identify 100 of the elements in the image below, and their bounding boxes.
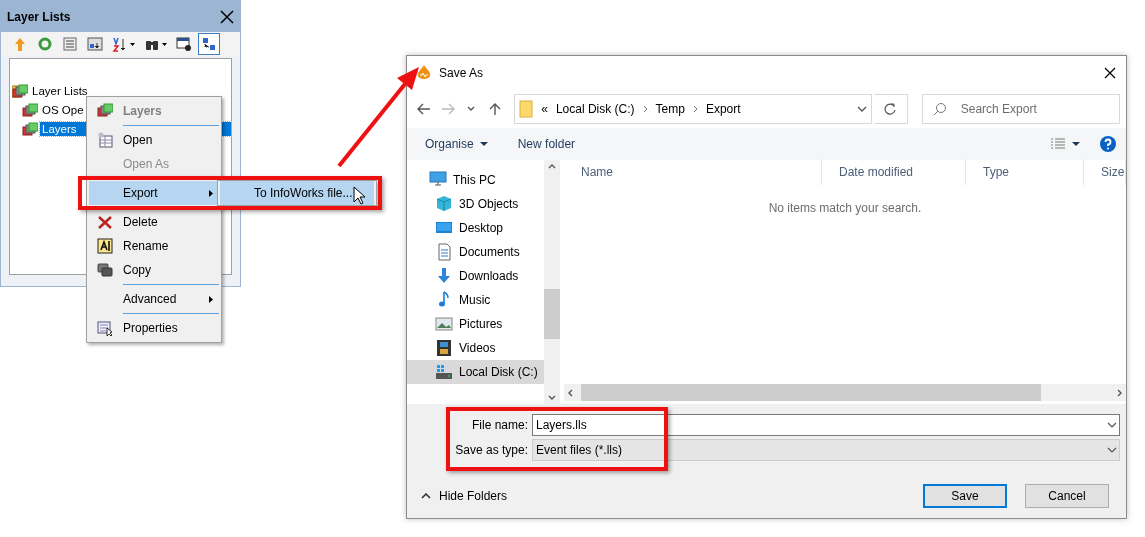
file-name-box[interactable]: Layers.lls [532, 414, 1120, 436]
film-icon [435, 339, 453, 357]
vertical-scrollbar[interactable] [544, 160, 560, 404]
dropdown-chevron-icon [1105, 447, 1119, 453]
hide-folders-button[interactable]: Hide Folders [421, 489, 508, 503]
computer-icon [429, 171, 447, 189]
help-icon[interactable] [1100, 136, 1116, 152]
flame-icon [417, 65, 431, 81]
column-header[interactable]: Date modified [822, 159, 966, 185]
scroll-right-icon[interactable] [1117, 388, 1122, 397]
field-label: File name: [470, 418, 529, 432]
back-arrow-icon[interactable] [416, 103, 431, 115]
nav-item[interactable]: 3D Objects [407, 192, 544, 216]
submenu-arrow-icon [209, 295, 213, 303]
empty-message: No items match your search. [767, 201, 923, 217]
dropdown-chevron-icon[interactable] [857, 106, 867, 112]
breadcrumb[interactable]: Temp [655, 102, 685, 116]
scrollbar-thumb[interactable] [581, 384, 1041, 401]
layers-icon [97, 103, 113, 119]
file-name-field[interactable]: Layers.lls [533, 417, 1105, 433]
tree-icon [201, 36, 217, 52]
nav-item[interactable]: Local Disk (C:) [407, 360, 544, 384]
new-folder-button[interactable]: New folder [517, 137, 576, 151]
caret-icon [479, 142, 488, 146]
scroll-left-icon[interactable] [568, 388, 573, 397]
refresh-icon [884, 103, 897, 115]
folder-layers-icon [12, 83, 28, 98]
cancel-button[interactable]: Cancel [1025, 484, 1109, 508]
chevron-icon [692, 105, 698, 113]
chevron-icon [642, 105, 648, 113]
layers-icon [22, 121, 38, 136]
nav-item[interactable]: This PC [407, 168, 544, 192]
address-bar[interactable]: « Local Disk (C:) Temp Export [514, 94, 872, 124]
close-icon[interactable] [1104, 67, 1116, 79]
nav-item[interactable]: Downloads [407, 264, 544, 288]
column-header[interactable]: Size [1084, 159, 1126, 185]
dropdown-chevron-icon [1105, 422, 1119, 428]
refresh-icon [37, 36, 53, 52]
menu-item[interactable]: Delete [89, 210, 219, 234]
caret-icon [1072, 142, 1080, 146]
cube-icon [435, 195, 453, 213]
column-header[interactable]: Type [966, 159, 1084, 185]
dropdown-caret-icon [162, 42, 167, 46]
nav-item[interactable]: Music [407, 288, 544, 312]
nav-item[interactable]: Pictures [407, 312, 544, 336]
nav-item[interactable]: Documents [407, 240, 544, 264]
search-box[interactable]: Search Export [921, 94, 1120, 124]
menu-item[interactable]: Open [89, 128, 219, 152]
window-icon [176, 36, 192, 52]
tree-item[interactable]: OS Ope [40, 102, 86, 117]
scroll-down-icon[interactable] [548, 395, 556, 400]
nav-item[interactable]: Videos [407, 336, 544, 360]
menu-item[interactable]: Copy [89, 258, 219, 282]
folder-icon [519, 100, 534, 118]
file-type-dropdown[interactable]: Event files (*.lls) [532, 439, 1120, 461]
close-icon[interactable] [220, 9, 234, 24]
breadcrumb[interactable]: Export [705, 102, 741, 116]
search-field[interactable]: Search Export [958, 101, 1113, 117]
up-arrow-icon[interactable] [488, 103, 503, 115]
drive-icon [435, 363, 453, 381]
table-icon [87, 36, 103, 52]
delete-x-icon [97, 214, 113, 230]
horizontal-scrollbar[interactable] [564, 384, 1126, 401]
list-icon [62, 36, 78, 52]
nav-item[interactable]: Desktop [407, 216, 544, 240]
breadcrumb[interactable]: Local Disk (C:) [555, 102, 635, 116]
menu-item[interactable]: Export [89, 181, 219, 205]
properties-icon [97, 320, 113, 336]
download-arrow-icon [435, 267, 453, 285]
caret-up-icon [421, 493, 431, 499]
up-arrow-icon [12, 36, 28, 52]
dialog-title: Save As [439, 66, 485, 80]
menu-item[interactable]: Properties [89, 316, 219, 340]
menu-item[interactable]: Rename [89, 234, 219, 258]
menu-header: Layers [89, 99, 219, 123]
menu-item[interactable]: Advanced [89, 287, 219, 311]
menu-item[interactable]: To InfoWorks file... [220, 181, 374, 205]
view-list-icon [1050, 138, 1066, 150]
image-icon [435, 315, 453, 333]
rename-icon [97, 238, 113, 254]
copy-icon [97, 262, 113, 278]
panel-title: Layer Lists [7, 9, 71, 24]
field-label: Save as type: [454, 443, 529, 457]
dropdown-caret-icon [130, 42, 135, 46]
organise-menu-button[interactable]: Organise [425, 137, 488, 151]
save-button[interactable]: Save [923, 484, 1007, 508]
refresh-button[interactable] [874, 94, 908, 124]
sort-icon [112, 36, 128, 52]
document-icon [435, 243, 453, 261]
search-icon [932, 102, 947, 116]
mouse-cursor-icon [353, 186, 365, 205]
tree-item[interactable]: Layer Lists [30, 83, 90, 98]
open-table-icon [97, 132, 113, 148]
submenu-arrow-icon [209, 189, 213, 197]
layers-icon [22, 102, 38, 117]
column-header[interactable]: Name [564, 159, 822, 185]
view-options-button[interactable] [1050, 138, 1080, 150]
path-overflow[interactable]: « [541, 102, 548, 116]
scrollbar-thumb[interactable] [544, 289, 560, 339]
scroll-up-icon[interactable] [548, 164, 556, 169]
